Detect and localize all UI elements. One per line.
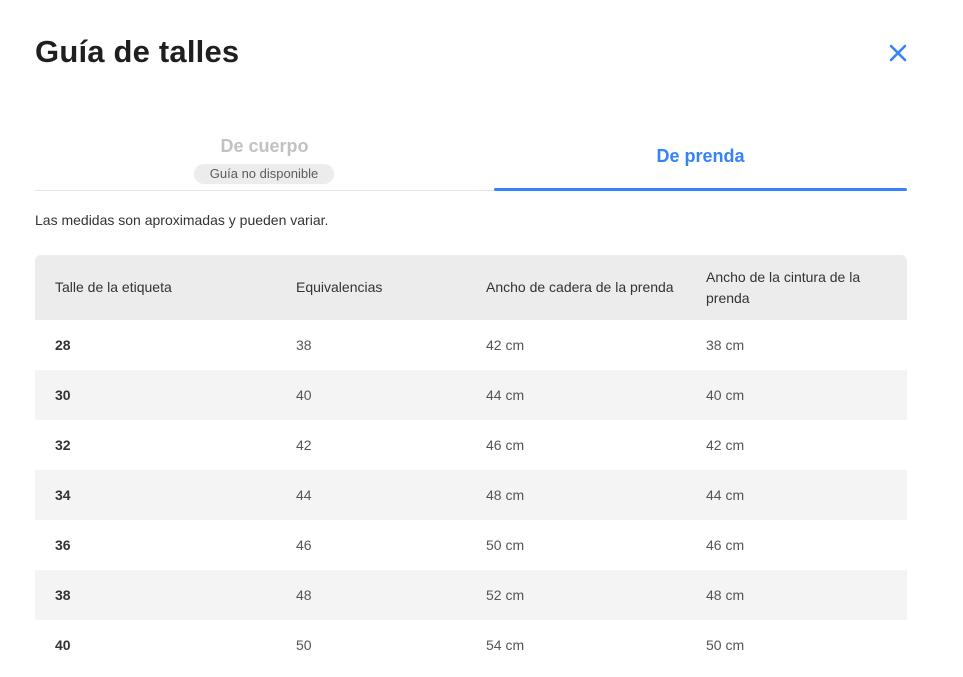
tab-garment-label: De prenda	[656, 146, 745, 166]
cell-hip-width: 42 cm	[486, 337, 525, 353]
tab-body-measurements[interactable]: De cuerpo Guía no disponible	[35, 128, 494, 189]
header-equivalences: Equivalencias	[296, 279, 383, 295]
header-label-size: Talle de la etiqueta	[55, 279, 172, 295]
table-row: 36 46 50 cm 46 cm	[35, 520, 907, 570]
unavailable-badge: Guía no disponible	[194, 164, 334, 184]
cell-waist-width: 46 cm	[706, 537, 745, 553]
cell-waist-width: 48 cm	[706, 587, 745, 603]
size-table: Talle de la etiqueta Equivalencias Ancho…	[35, 255, 907, 670]
cell-equivalence: 44	[296, 487, 312, 503]
table-row: 40 50 54 cm 50 cm	[35, 620, 907, 670]
header-hip-width: Ancho de cadera de la prenda	[486, 279, 674, 295]
cell-label-size: 34	[55, 487, 71, 503]
cell-equivalence: 48	[296, 587, 312, 603]
cell-equivalence: 46	[296, 537, 312, 553]
disclaimer-note: Las medidas son aproximadas y pueden var…	[35, 212, 329, 228]
cell-label-size: 38	[55, 587, 71, 603]
table-row: 32 42 46 cm 42 cm	[35, 420, 907, 470]
cell-waist-width: 42 cm	[706, 437, 745, 453]
table-row: 34 44 48 cm 44 cm	[35, 470, 907, 520]
table-row: 28 38 42 cm 38 cm	[35, 320, 907, 370]
cell-hip-width: 46 cm	[486, 437, 525, 453]
tab-garment-measurements[interactable]: De prenda	[494, 128, 907, 191]
page-title: Guía de talles	[35, 34, 240, 69]
cell-equivalence: 40	[296, 387, 312, 403]
cell-label-size: 30	[55, 387, 71, 403]
cell-label-size: 40	[55, 637, 71, 653]
cell-hip-width: 50 cm	[486, 537, 525, 553]
table-row: 38 48 52 cm 48 cm	[35, 570, 907, 620]
cell-equivalence: 42	[296, 437, 312, 453]
cell-hip-width: 44 cm	[486, 387, 525, 403]
selected-tab-indicator	[494, 188, 907, 191]
size-guide-tabs: De cuerpo Guía no disponible De prenda	[35, 128, 907, 191]
cell-hip-width: 52 cm	[486, 587, 525, 603]
cell-label-size: 36	[55, 537, 71, 553]
cell-waist-width: 40 cm	[706, 387, 745, 403]
tab-body-label: De cuerpo	[220, 136, 309, 156]
cell-waist-width: 38 cm	[706, 337, 745, 353]
table-row: 30 40 44 cm 40 cm	[35, 370, 907, 420]
cell-hip-width: 54 cm	[486, 637, 525, 653]
cell-equivalence: 50	[296, 637, 312, 653]
header-waist-width: Ancho de la cintura de la prenda	[706, 268, 861, 306]
cell-label-size: 28	[55, 337, 71, 353]
cell-waist-width: 50 cm	[706, 637, 745, 653]
cell-label-size: 32	[55, 437, 71, 453]
table-header-row: Talle de la etiqueta Equivalencias Ancho…	[35, 255, 907, 320]
cell-waist-width: 44 cm	[706, 487, 745, 503]
close-icon	[889, 44, 907, 62]
close-button[interactable]	[884, 39, 912, 67]
cell-hip-width: 48 cm	[486, 487, 525, 503]
cell-equivalence: 38	[296, 337, 312, 353]
